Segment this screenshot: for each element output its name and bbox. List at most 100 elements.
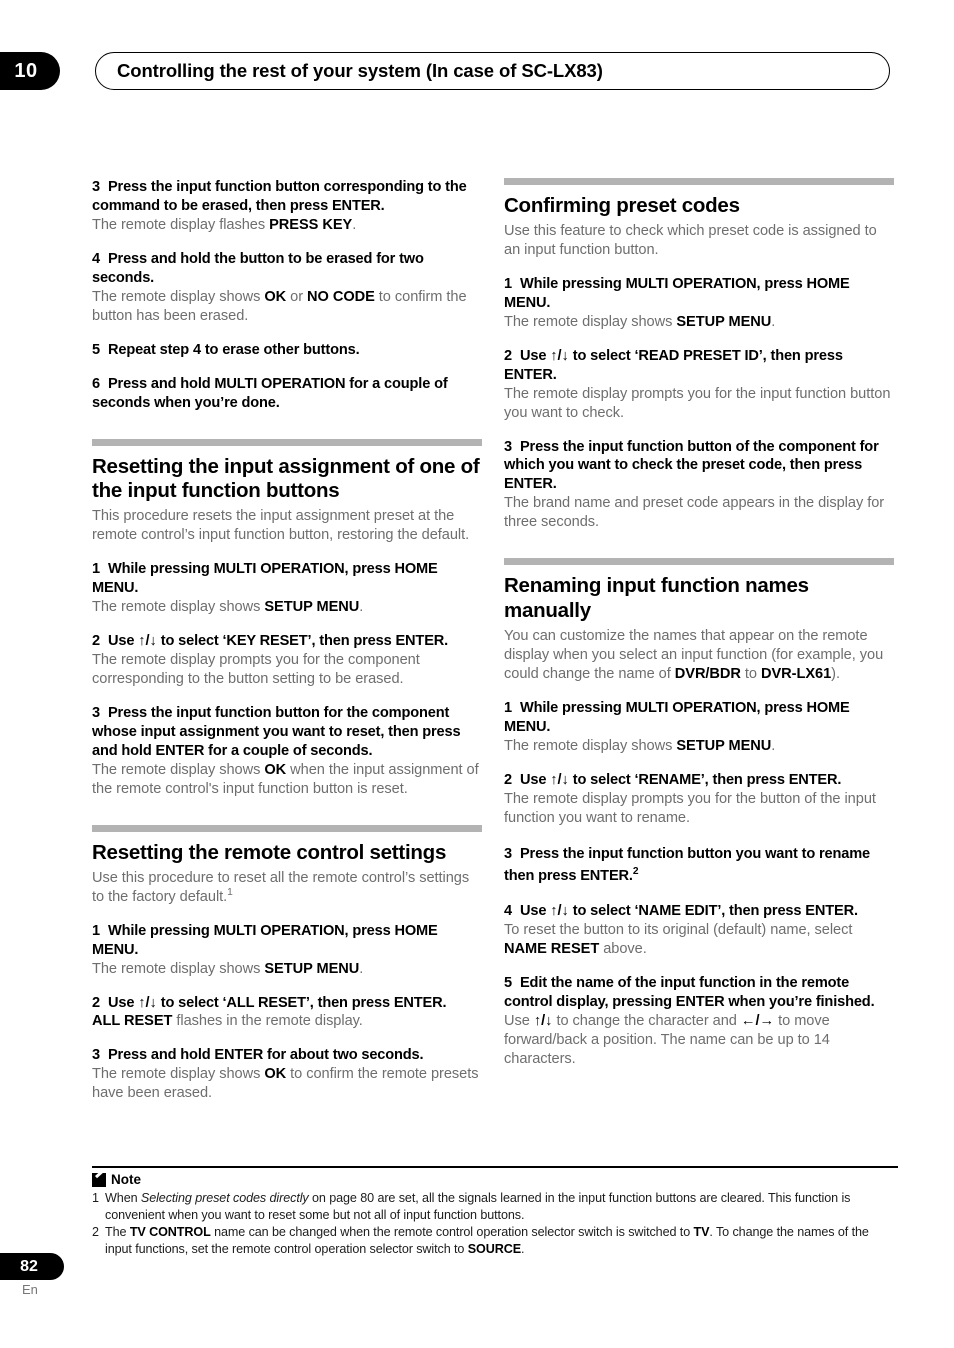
text-fragment: name can be changed when the remote cont… bbox=[210, 1224, 694, 1239]
emphasis-ok: OK bbox=[264, 761, 287, 778]
text-fragment: . bbox=[352, 216, 357, 233]
step-4-title: 4 Press and hold the button to be erased … bbox=[92, 250, 482, 288]
text-fragment: Use bbox=[107, 994, 139, 1011]
text-fragment: to select ‘ALL RESET’, then press ENTER. bbox=[156, 994, 447, 1011]
note-italic-reference: Selecting preset codes directly bbox=[140, 1191, 309, 1206]
step-number: 1 bbox=[92, 922, 100, 939]
section-intro: Use this procedure to reset all the remo… bbox=[92, 869, 482, 907]
text-fragment: . bbox=[771, 313, 776, 330]
section-divider bbox=[92, 824, 482, 832]
step-number: 3 bbox=[504, 438, 512, 455]
step-2-body: The remote display prompts you for the c… bbox=[92, 652, 420, 688]
section-heading-reset-input-assignment: Resetting the input assignment of one of… bbox=[92, 454, 480, 503]
note-number: 2 bbox=[92, 1224, 99, 1239]
note-item: 1 When Selecting preset codes directly o… bbox=[92, 1190, 898, 1224]
text-fragment: The bbox=[105, 1224, 130, 1239]
footnote-ref-1: 1 bbox=[227, 886, 233, 898]
emphasis-setup-menu: SETUP MENU bbox=[264, 599, 360, 616]
step-5-body: Use ↑/↓ to change the character and ←/→ … bbox=[504, 1012, 894, 1069]
emphasis-source: SOURCE bbox=[467, 1241, 521, 1256]
step-number: 2 bbox=[92, 633, 100, 650]
text-fragment: ). bbox=[831, 665, 840, 682]
section-heading-confirming-preset-codes: Confirming preset codes bbox=[504, 194, 740, 217]
text-fragment: . bbox=[359, 599, 364, 616]
text-fragment: to bbox=[740, 665, 761, 682]
step-text: Repeat step 4 to erase other buttons. bbox=[107, 341, 360, 358]
page-number: 82 bbox=[20, 1257, 38, 1275]
step-number: 5 bbox=[504, 974, 512, 991]
text-fragment: Use bbox=[519, 347, 551, 364]
step-1-title: 1 While pressing MULTI OPERATION, press H… bbox=[92, 560, 482, 598]
notes-section: Note 1 When Selecting preset codes direc… bbox=[92, 1166, 898, 1258]
step-number: 2 bbox=[92, 994, 100, 1011]
step-6-title: 6 Press and hold MULTI OPERATION for a co… bbox=[92, 375, 482, 413]
step-number: 2 bbox=[504, 347, 512, 364]
note-text: When Selecting preset codes directly on … bbox=[105, 1190, 898, 1224]
text-fragment: to change the character and bbox=[552, 1012, 741, 1029]
step-text: Press and hold the button to be erased f… bbox=[92, 250, 424, 286]
step-3-body: The remote display flashes PRESS KEY. bbox=[92, 216, 482, 235]
step-text: Press and hold MULTI OPERATION for a cou… bbox=[92, 375, 448, 411]
step-1-body: The remote display shows SETUP MENU. bbox=[92, 598, 482, 617]
section-divider bbox=[504, 558, 894, 566]
step-number: 1 bbox=[92, 561, 100, 578]
emphasis-dvr-lx61: DVR-LX61 bbox=[761, 665, 832, 682]
text-fragment: Use bbox=[504, 1012, 534, 1029]
text-fragment: When bbox=[105, 1191, 141, 1206]
text-fragment: Use bbox=[519, 771, 551, 788]
notes-divider bbox=[92, 1166, 898, 1169]
step-text: While pressing MULTI OPERATION, press HO… bbox=[504, 275, 850, 311]
step-text: While pressing MULTI OPERATION, press HO… bbox=[504, 699, 850, 735]
step-text: Press the input function button for the … bbox=[92, 705, 461, 759]
text-fragment: . bbox=[521, 1241, 525, 1256]
step-5-title: 5 Repeat step 4 to erase other buttons. bbox=[92, 341, 482, 360]
chapter-number: 10 bbox=[14, 59, 38, 82]
step-number: 2 bbox=[504, 771, 512, 788]
emphasis-name-reset: NAME RESET bbox=[504, 940, 600, 957]
pencil-icon bbox=[92, 1172, 106, 1187]
up-down-arrow-icon: ↑/↓ bbox=[533, 1012, 553, 1029]
step-1b-title: 1 While pressing MULTI OPERATION, press H… bbox=[504, 699, 894, 737]
step-4-body: The remote display shows OK or NO CODE t… bbox=[92, 288, 482, 326]
text-fragment: The remote display shows bbox=[92, 288, 265, 305]
page-header: 10 Controlling the rest of your system (… bbox=[0, 52, 954, 90]
text-fragment: The remote display shows bbox=[504, 313, 677, 330]
note-header: Note bbox=[92, 1172, 898, 1187]
footnote-ref-2: 2 bbox=[632, 865, 639, 877]
section-intro: Use this feature to check which preset c… bbox=[504, 222, 877, 258]
section-intro: This procedure resets the input assignme… bbox=[92, 508, 470, 544]
emphasis-no-code: NO CODE bbox=[307, 288, 375, 305]
step-1-body: The remote display shows SETUP MENU. bbox=[504, 313, 894, 332]
up-down-arrow-icon: ↑/↓ bbox=[550, 771, 569, 788]
step-number: 5 bbox=[92, 341, 100, 358]
emphasis-ok: OK bbox=[264, 1066, 287, 1083]
step-3c-title: 3 Press and hold ENTER for about two seco… bbox=[92, 1046, 482, 1065]
step-3-body: The brand name and preset code appears i… bbox=[504, 495, 885, 531]
text-fragment: The remote display flashes bbox=[92, 216, 270, 233]
step-2b-title: 2 Use ↑/↓ to select ‘ALL RESET’, then pre… bbox=[92, 994, 482, 1013]
emphasis-tv-control: TV CONTROL bbox=[129, 1224, 211, 1239]
step-text: Press the input function button of the c… bbox=[504, 438, 879, 493]
step-3-title: 3 Press the input function button corresp… bbox=[92, 178, 482, 216]
text-fragment: above. bbox=[599, 940, 647, 957]
step-3b-title: 3 Press the input function button for the… bbox=[92, 704, 482, 761]
step-number: 1 bbox=[504, 275, 512, 292]
step-number: 3 bbox=[92, 1047, 100, 1064]
text-fragment: to select ‘RENAME’, then press ENTER. bbox=[568, 771, 842, 788]
text-fragment: To reset the button to its original (def… bbox=[504, 921, 853, 938]
emphasis-setup-menu: SETUP MENU bbox=[676, 737, 772, 754]
step-text: Press and hold ENTER for about two secon… bbox=[107, 1047, 424, 1064]
step-number: 3 bbox=[504, 845, 512, 862]
up-down-arrow-icon: ↑/↓ bbox=[138, 633, 157, 650]
emphasis-setup-menu: SETUP MENU bbox=[676, 313, 772, 330]
step-text: While pressing MULTI OPERATION, press HO… bbox=[92, 922, 438, 958]
emphasis-tv: TV bbox=[693, 1224, 710, 1239]
step-1-title: 1 While pressing MULTI OPERATION, press H… bbox=[504, 275, 894, 313]
page-title: Controlling the rest of your system (In … bbox=[117, 60, 603, 81]
text-fragment: The remote display shows bbox=[92, 960, 265, 977]
step-text: Press the input function button correspo… bbox=[92, 179, 467, 214]
text-fragment: to select ‘KEY RESET’, then press ENTER. bbox=[156, 633, 449, 650]
section-divider bbox=[92, 438, 482, 446]
step-3b-body: The remote display shows OK when the inp… bbox=[92, 761, 482, 799]
step-text: Press the input function button you want… bbox=[504, 845, 871, 884]
